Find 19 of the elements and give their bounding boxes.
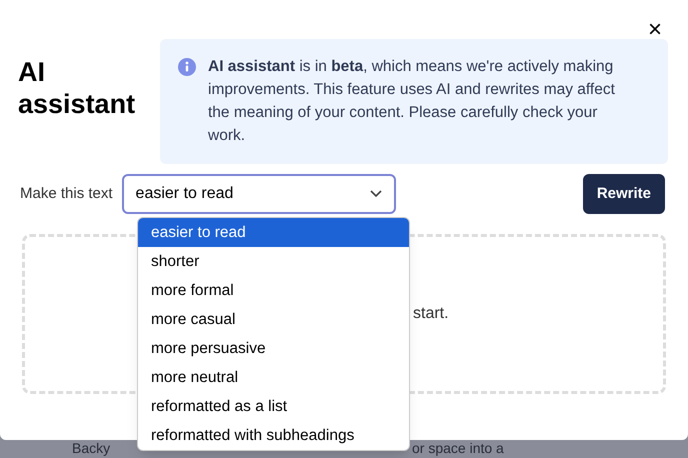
dropdown-option[interactable]: more neutral <box>138 363 409 392</box>
rewrite-select[interactable]: easier to read <box>122 174 396 214</box>
dropdown-option[interactable]: reformatted as a list <box>138 392 409 421</box>
dropdown-option[interactable]: more casual <box>138 305 409 334</box>
dialog-title: AI assistant <box>18 56 136 120</box>
dropdown-option[interactable]: shorter <box>138 247 409 276</box>
beta-notice: AI assistant is in beta, which means we're actively making improvements. This feature uses AI and rewrites may affect the meaning of your content. Please carefully check your work. <box>208 57 616 146</box>
chevron-down-icon <box>370 190 382 198</box>
dropdown-option[interactable]: more persuasive <box>138 334 409 363</box>
dropdown-option[interactable]: more formal <box>138 276 409 305</box>
close-button[interactable]: × <box>648 18 662 42</box>
dropdown-option[interactable]: reformatted with subheadings <box>138 421 409 450</box>
background-text: Backy <box>72 440 110 456</box>
rewrite-button[interactable]: Rewrite <box>582 174 665 214</box>
dropdown-option[interactable]: easier to read <box>138 218 409 247</box>
select-label: Make this text <box>20 184 113 204</box>
empty-message: start. <box>413 304 449 324</box>
background-text: or space into a <box>412 440 504 456</box>
info-icon <box>178 58 196 76</box>
